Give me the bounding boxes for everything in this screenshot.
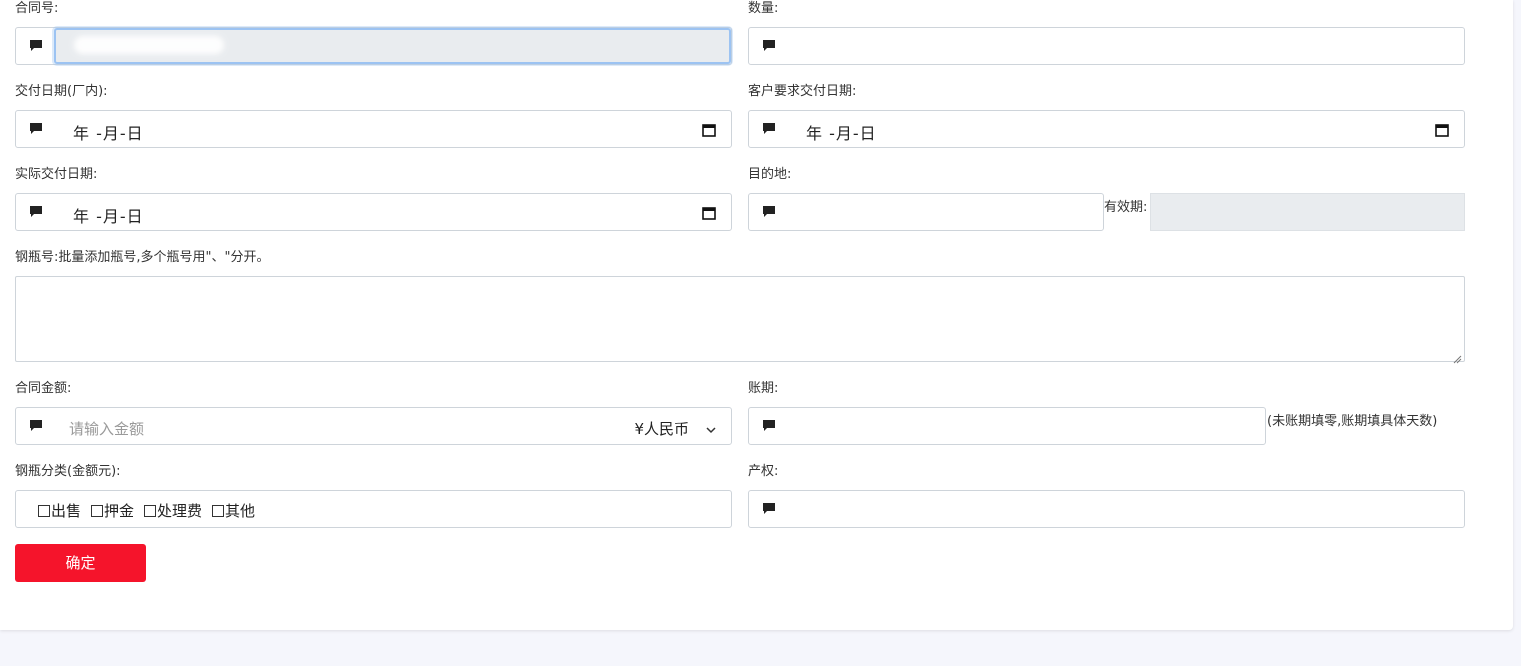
account-period-input[interactable]	[748, 407, 1266, 445]
delivery-customer-date-input[interactable]: 年 -月-日	[748, 110, 1465, 148]
category-checkbox-deposit[interactable]: 押金	[91, 500, 134, 521]
category-label-other: 其他	[225, 502, 256, 520]
calendar-icon[interactable]	[702, 205, 716, 220]
currency-select[interactable]: ¥人民币	[634, 418, 689, 439]
date-placeholder: 年 -月-日	[73, 207, 144, 226]
comment-icon	[29, 122, 43, 136]
comment-icon	[762, 205, 776, 219]
cylinder-no-textarea[interactable]	[15, 276, 1465, 364]
validity-input[interactable]	[1150, 193, 1465, 231]
account-period-note: (未账期填零,账期填具体天数)	[1267, 414, 1438, 429]
category-checkbox-group: 出售 押金 处理费 其他	[38, 500, 265, 521]
form-card: 合同号: 数量: 交付日期(厂内): 年 -月-日 客户要求交付日期: 年 -月…	[0, 0, 1513, 630]
checkbox-icon[interactable]	[91, 504, 104, 517]
contract-no-field[interactable]	[15, 27, 732, 65]
contract-no-label: 合同号:	[15, 1, 59, 16]
comment-icon	[762, 122, 776, 136]
submit-button[interactable]: 确定	[15, 544, 146, 582]
comment-icon	[762, 502, 776, 516]
category-label-deposit: 押金	[104, 502, 135, 520]
category-checkbox-handling-fee[interactable]: 处理费	[144, 500, 202, 521]
contract-no-input[interactable]	[54, 28, 731, 64]
actual-delivery-date-input[interactable]: 年 -月-日	[15, 193, 732, 231]
checkbox-icon[interactable]	[212, 504, 225, 517]
date-placeholder: 年 -月-日	[73, 124, 144, 143]
cylinder-category-label: 钢瓶分类(金额元):	[15, 464, 121, 479]
category-checkbox-sale[interactable]: 出售	[38, 500, 81, 521]
comment-icon	[29, 39, 43, 53]
category-checkbox-other[interactable]: 其他	[212, 500, 255, 521]
delivery-customer-label: 客户要求交付日期:	[748, 84, 857, 99]
delivery-factory-label: 交付日期(厂内):	[15, 84, 108, 99]
cylinder-category-field: 出售 押金 处理费 其他	[15, 490, 732, 528]
chevron-down-icon[interactable]	[705, 421, 717, 434]
comment-icon	[762, 39, 776, 53]
checkbox-icon[interactable]	[38, 504, 50, 517]
validity-label: 有效期:	[1104, 200, 1148, 215]
amount-field[interactable]: 请输入金额 ¥人民币	[15, 407, 732, 445]
checkbox-icon[interactable]	[144, 504, 157, 517]
quantity-input[interactable]	[748, 27, 1465, 65]
category-label-sale: 出售	[51, 502, 82, 520]
cylinder-no-label: 钢瓶号:批量添加瓶号,多个瓶号用"、"分开。	[15, 250, 270, 265]
destination-label: 目的地:	[748, 167, 792, 182]
amount-label: 合同金额:	[15, 381, 72, 396]
comment-icon	[29, 419, 43, 433]
calendar-icon[interactable]	[1435, 122, 1449, 137]
amount-input[interactable]: 请输入金额	[69, 418, 144, 439]
delivery-factory-date-input[interactable]: 年 -月-日	[15, 110, 732, 148]
comment-icon	[762, 419, 776, 433]
date-placeholder: 年 -月-日	[806, 124, 877, 143]
calendar-icon[interactable]	[702, 122, 716, 137]
actual-delivery-label: 实际交付日期:	[15, 167, 98, 182]
resize-grip-icon[interactable]	[1452, 349, 1462, 364]
quantity-label: 数量:	[748, 1, 779, 16]
property-label: 产权:	[748, 464, 779, 479]
redacted-value	[74, 36, 224, 54]
property-input[interactable]	[748, 490, 1465, 528]
destination-input[interactable]	[748, 193, 1104, 231]
account-period-label: 账期:	[748, 381, 779, 396]
category-label-handling-fee: 处理费	[157, 502, 203, 520]
comment-icon	[29, 205, 43, 219]
